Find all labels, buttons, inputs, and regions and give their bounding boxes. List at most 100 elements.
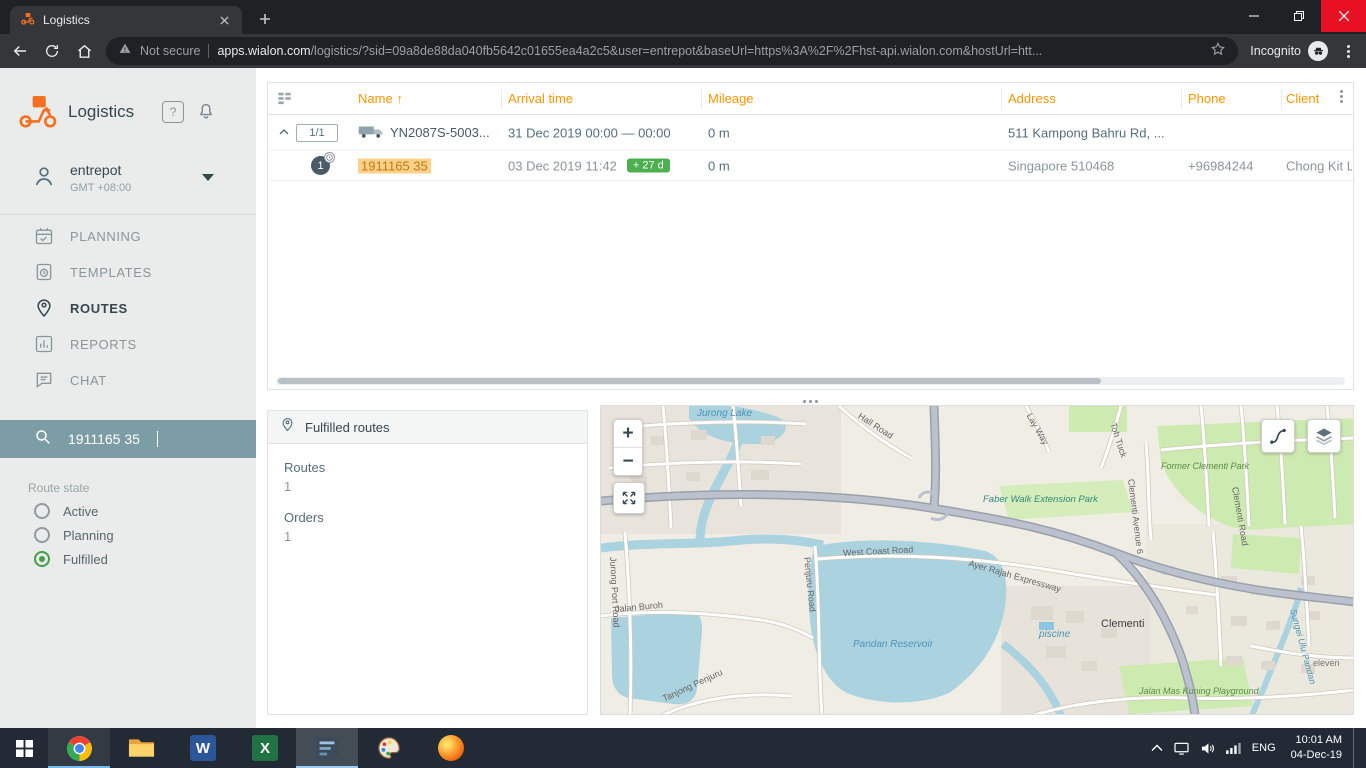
route-mileage: 0 m xyxy=(708,125,730,140)
taskbar-chrome-icon[interactable] xyxy=(48,728,110,768)
sidebar-item-label: TEMPLATES xyxy=(70,265,152,280)
stat-value: 1 xyxy=(284,479,587,494)
sidebar-item-label: REPORTS xyxy=(70,337,137,352)
columns-grid-icon[interactable] xyxy=(277,91,292,110)
url-path: /logistics/?sid=09a8de88da040fb5642c0165… xyxy=(311,44,1043,58)
table-header: Name ↑ Arrival time Mileage Address Phon… xyxy=(268,83,1353,115)
tray-expand-icon[interactable] xyxy=(1151,744,1163,752)
window-controls xyxy=(1231,0,1366,32)
routes-table: Name ↑ Arrival time Mileage Address Phon… xyxy=(267,82,1354,390)
zoom-out-button[interactable]: − xyxy=(614,448,642,475)
route-arrival: 31 Dec 2019 00:00 — 00:00 xyxy=(508,125,703,140)
column-header-arrival[interactable]: Arrival time xyxy=(508,91,573,106)
zoom-in-button[interactable]: + xyxy=(614,420,642,447)
not-secure-warning-icon xyxy=(118,42,132,60)
taskbar-firefox-icon[interactable] xyxy=(420,728,482,768)
order-number-badge: 1 xyxy=(311,156,330,175)
collapse-chevron-icon[interactable] xyxy=(276,124,292,145)
browser-tab[interactable]: Logistics xyxy=(10,6,242,34)
sidebar-item-reports[interactable]: REPORTS xyxy=(0,326,256,362)
column-header-name[interactable]: Name ↑ xyxy=(358,91,403,106)
url-domain: apps.wialon.com xyxy=(217,44,310,58)
url-text[interactable]: apps.wialon.com/logistics/?sid=09a8de88d… xyxy=(217,44,1202,58)
truck-icon xyxy=(358,124,384,142)
sidebar-item-label: PLANNING xyxy=(70,229,141,244)
taskbar-excel-icon[interactable]: X xyxy=(234,728,296,768)
scrollbar-thumb[interactable] xyxy=(278,378,1101,384)
screen: Logistics xyxy=(0,0,1366,768)
delay-badge: + 27 d xyxy=(627,159,670,173)
app-title: Logistics xyxy=(68,102,134,122)
taskbar-pinned-app-icon[interactable] xyxy=(296,728,358,768)
sidebar-divider xyxy=(0,214,256,215)
new-tab-button[interactable] xyxy=(252,8,278,30)
window-restore-button[interactable] xyxy=(1276,0,1321,32)
search-icon xyxy=(34,428,52,451)
table-options-icon[interactable] xyxy=(1340,90,1343,103)
window-minimize-button[interactable] xyxy=(1231,0,1276,32)
order-row[interactable]: 1 1911165 35 03 Dec 2019 11:42+ 27 d 0 m… xyxy=(268,151,1353,181)
taskbar-date: 04-Dec-19 xyxy=(1291,748,1342,763)
radio-circle-selected-icon xyxy=(34,551,50,567)
route-row[interactable]: 1/1 YN2087S-5003... 31 Dec 2019 00:00 — … xyxy=(268,115,1353,151)
bookmark-star-icon[interactable] xyxy=(1210,41,1226,62)
layers-button[interactable] xyxy=(1307,419,1341,453)
user-dropdown-caret-icon[interactable] xyxy=(202,174,214,181)
show-desktop-button[interactable] xyxy=(1353,728,1358,768)
radio-circle-icon xyxy=(34,503,50,519)
sidebar-item-planning[interactable]: PLANNING xyxy=(0,218,256,254)
tray-volume-icon[interactable] xyxy=(1200,742,1215,755)
tab-close-icon[interactable] xyxy=(216,12,232,28)
map-canvas[interactable] xyxy=(601,406,1354,715)
column-header-client[interactable]: Client xyxy=(1286,91,1319,106)
incognito-indicator: Incognito xyxy=(1250,41,1328,61)
stat-value: 1 xyxy=(284,529,587,544)
chat-bubble-icon xyxy=(34,370,54,390)
security-label[interactable]: Not secure xyxy=(140,44,200,58)
route-tool-button[interactable] xyxy=(1261,419,1295,453)
fullscreen-button[interactable] xyxy=(613,482,645,514)
taskbar-clock[interactable]: 10:01 AM 04-Dec-19 xyxy=(1287,733,1342,763)
help-button[interactable]: ? xyxy=(162,101,184,123)
browser-toolbar: Not secure apps.wialon.com/logistics/?si… xyxy=(0,34,1366,68)
radio-fulfilled[interactable]: Fulfilled xyxy=(34,549,108,569)
sidebar-item-chat[interactable]: CHAT xyxy=(0,362,256,398)
taskbar-word-icon[interactable]: W xyxy=(172,728,234,768)
panel-title: Fulfilled routes xyxy=(305,420,390,435)
radio-active[interactable]: Active xyxy=(34,501,98,521)
logo-row: Logistics ? xyxy=(0,88,256,136)
tray-network-icon[interactable] xyxy=(1226,742,1241,754)
taskbar-paint-icon[interactable] xyxy=(358,728,420,768)
radio-planning[interactable]: Planning xyxy=(34,525,114,545)
refresh-icon[interactable] xyxy=(42,41,62,61)
taskbar-time: 10:01 AM xyxy=(1291,733,1342,748)
column-header-mileage[interactable]: Mileage xyxy=(708,91,754,106)
window-close-button[interactable] xyxy=(1321,0,1366,32)
order-client: Chong Kit L... xyxy=(1286,158,1352,173)
column-header-address[interactable]: Address xyxy=(1008,91,1056,106)
tray-display-icon[interactable] xyxy=(1174,742,1189,755)
map-panel: Jurong Lake Hall Road Lay Way Toh Tuck F… xyxy=(600,405,1354,715)
search-value: 1911165 35 xyxy=(68,431,140,447)
start-button[interactable] xyxy=(0,728,48,768)
notifications-bell-icon[interactable] xyxy=(196,100,216,125)
column-header-phone[interactable]: Phone xyxy=(1188,91,1226,106)
browser-menu-icon[interactable] xyxy=(1340,45,1356,58)
user-section[interactable]: entrepot GMT +08:00 xyxy=(0,156,256,208)
logistics-app: Logistics ? entrepot GMT +08:00 xyxy=(0,68,1366,728)
address-bar[interactable]: Not secure apps.wialon.com/logistics/?si… xyxy=(106,37,1238,65)
back-icon[interactable] xyxy=(10,41,30,61)
system-tray: ENG 10:01 AM 04-Dec-19 xyxy=(1151,728,1366,768)
sidebar-item-templates[interactable]: TEMPLATES xyxy=(0,254,256,290)
horizontal-scrollbar[interactable] xyxy=(276,377,1345,385)
route-pager: 1/1 xyxy=(296,124,338,142)
text-cursor xyxy=(157,431,158,447)
taskbar: W X ENG 1 xyxy=(0,728,1366,768)
sidebar-item-routes[interactable]: ROUTES xyxy=(0,290,256,326)
home-icon[interactable] xyxy=(74,41,94,61)
language-indicator[interactable]: ENG xyxy=(1252,742,1276,754)
search-input[interactable]: 1911165 35 xyxy=(0,420,256,458)
taskbar-explorer-icon[interactable] xyxy=(110,728,172,768)
person-pin-icon xyxy=(280,417,295,437)
bar-chart-icon xyxy=(34,334,54,354)
